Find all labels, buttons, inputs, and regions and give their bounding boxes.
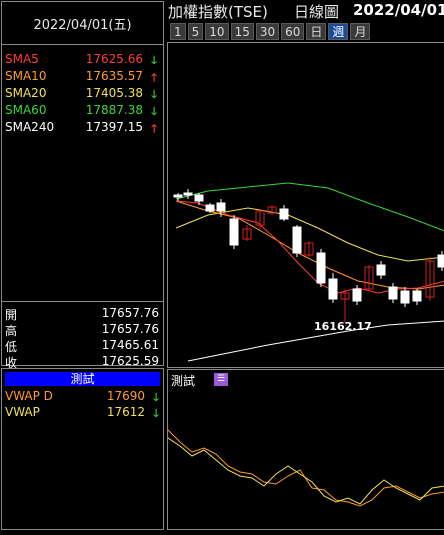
vwap-row: VWAP D 17690 🡓 [5,389,159,405]
period-button-月[interactable]: 月 [350,23,371,40]
period-button-日[interactable]: 日 [306,23,327,40]
ma-label: SMA60 [5,103,47,117]
candle-body [376,264,386,276]
oscillator-panel[interactable]: 測試 ☰ [167,369,444,530]
candle-body [316,252,326,284]
ohlc-value: 17657.76 [101,322,159,336]
index-title: 加權指數(TSE) [168,3,268,21]
candle-body [292,226,302,254]
candle-body [400,290,410,304]
candle-body [183,192,193,196]
sma60-line [175,182,444,232]
vwap-label: VWAP D [5,389,53,403]
indicator-panel: 測試 VWAP D 17690 🡓 VWAP 17612 🡓 [1,368,164,530]
candle-body [352,288,362,302]
period-button-30[interactable]: 30 [255,23,280,40]
ma-row-sma5: SMA5 17625.66 🡓 [5,52,157,68]
period-selector: 1 5 10 15 30 60 日週月 [170,23,371,41]
ohlc-row: 開 17657.76 [5,306,159,322]
arrow-down-icon: 🡓 [153,407,159,420]
ma-label: SMA10 [5,69,47,83]
quote-panel: 2022/04/01(五) SMA5 17625.66 🡓 SMA10 17635.57… [1,1,164,370]
candle-body [173,194,183,198]
ohlc-label: 高 [5,324,18,338]
period-button-1[interactable]: 1 [170,23,186,40]
period-button-週[interactable]: 週 [328,23,349,40]
ma-value: 17887.38 [85,103,143,117]
candlestick-plot[interactable]: 16162.17 [168,43,444,369]
ohlc-row: 低 17465.61 [5,338,159,354]
ma-row-sma10: SMA10 17635.57 🡑 [5,69,157,85]
period-button-10[interactable]: 10 [205,23,229,40]
low-price-label: 16162.17 [314,320,372,333]
settings-icon[interactable]: ☰ [214,373,228,386]
indicator-panel-title[interactable]: 測試 [5,372,160,386]
candle-body [437,254,444,268]
ohlc-value: 17625.59 [101,354,159,368]
candle-body [229,218,239,246]
vwap-value: 17612 [106,405,145,419]
ohlc-label: 低 [5,340,18,354]
ma-row-sma20: SMA20 17405.38 🡓 [5,86,157,102]
oscillator-title: 測試 [171,374,196,388]
oscillator-plot[interactable] [167,370,444,531]
vwap-label: VWAP [5,405,40,419]
oscillator-line-1 [167,429,444,507]
ma-value: 17397.15 [85,120,143,134]
ma-row-sma240: SMA240 17397.15 🡑 [5,120,157,136]
divider [2,301,163,302]
ohlc-label: 開 [5,308,18,322]
chart-date: 2022/04/01 [353,1,444,19]
ma-value: 17405.38 [85,86,143,100]
ma-row-sma60: SMA60 17887.38 🡓 [5,103,157,119]
candle-body [216,202,226,212]
candle-body [279,208,289,220]
candlestick-chart[interactable]: 16162.17 [167,42,444,368]
chart-period-label: 日線圖 [294,3,340,21]
ohlc-value: 17657.76 [101,306,159,320]
ma-label: SMA20 [5,86,47,100]
candle-body [194,194,204,202]
oscillator-line-2 [167,437,444,505]
candle-body [412,290,422,302]
candle-body [388,286,398,300]
candle-body [205,204,215,212]
sma5-line [175,200,444,294]
chart-title-bar: 加權指數(TSE) 日線圖 2022/04/01 [168,1,444,21]
period-button-5[interactable]: 5 [187,23,204,40]
ma-value: 17635.57 [85,69,143,83]
sma10-line [175,200,444,290]
vwap-value: 17690 [106,389,145,403]
ohlc-row: 高 17657.76 [5,322,159,338]
vwap-row: VWAP 17612 🡓 [5,405,159,421]
date-header: 2022/04/01(五) [2,2,163,45]
ohlc-value: 17465.61 [101,338,159,352]
ma-label: SMA240 [5,120,55,134]
candle-body [328,278,338,300]
arrow-up-icon: 🡑 [151,122,157,135]
ma-value: 17625.66 [85,52,143,66]
period-button-60[interactable]: 60 [281,23,305,40]
period-button-15[interactable]: 15 [230,23,254,40]
ma-label: SMA5 [5,52,39,66]
